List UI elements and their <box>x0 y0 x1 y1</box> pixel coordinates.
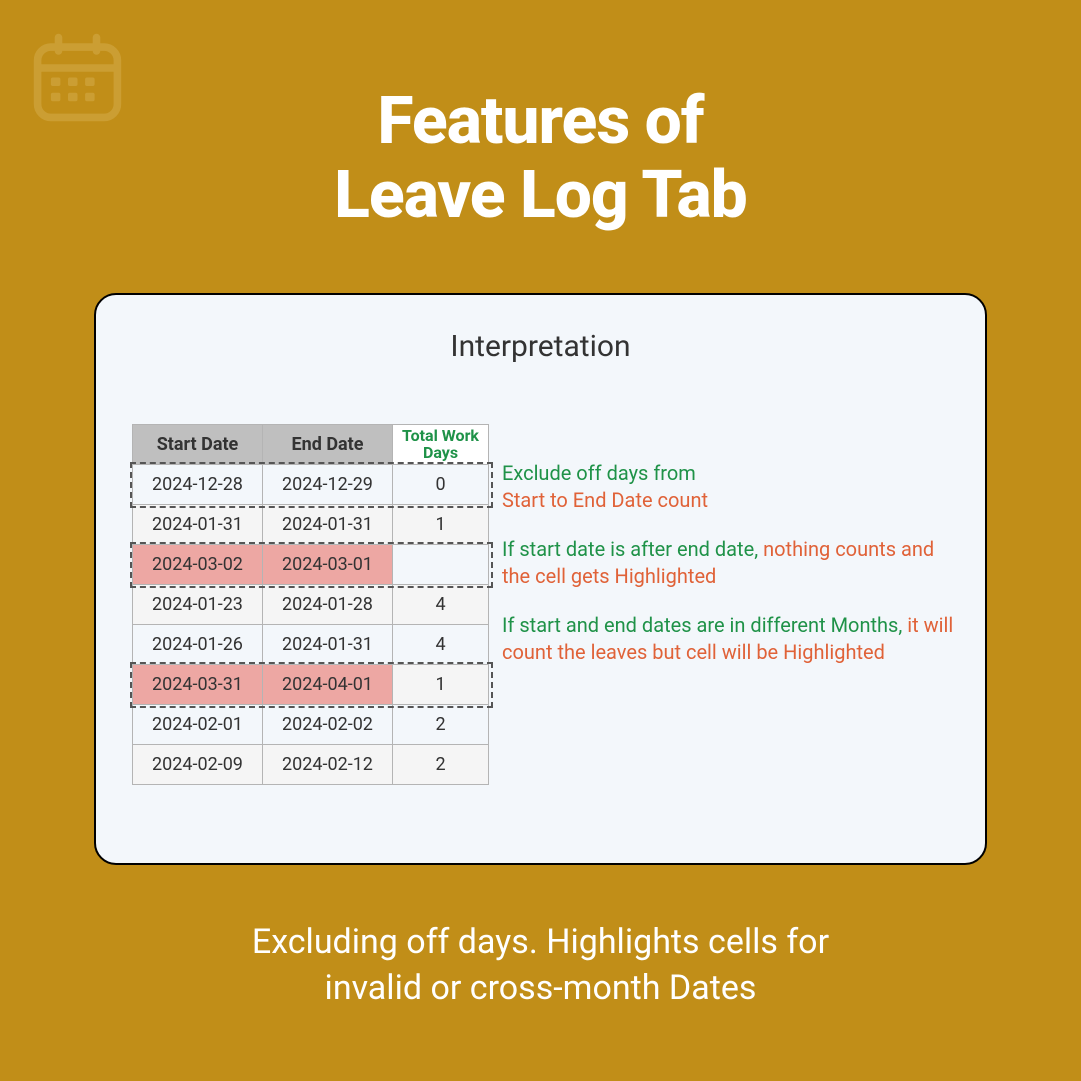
panel-title: Interpretation <box>126 329 955 364</box>
table-row: 2024-01-262024-01-314 <box>133 625 490 665</box>
cell-start: 2024-01-26 <box>133 625 263 665</box>
th-end: End Date <box>263 425 393 465</box>
note1-a: Exclude off days from <box>502 461 696 485</box>
note-cross-month: If start and end dates are in different … <box>502 612 955 666</box>
footer-l2: invalid or cross-month Dates <box>325 968 757 1008</box>
page-title: Features of Leave Log Tab <box>0 85 1081 233</box>
cell-end: 2024-03-01 <box>263 545 393 585</box>
cell-twd <box>393 545 489 585</box>
cell-start: 2024-12-28 <box>133 465 263 505</box>
table-row: 2024-01-232024-01-284 <box>133 585 490 625</box>
cell-twd: 1 <box>393 505 489 545</box>
notes-column: Exclude off days from Start to End Date … <box>502 424 955 688</box>
cell-twd: 4 <box>393 625 489 665</box>
cell-end: 2024-04-01 <box>263 665 393 705</box>
note-exclude-off-days: Exclude off days from Start to End Date … <box>502 460 955 514</box>
table-row: 2024-03-022024-03-01 <box>133 545 490 585</box>
cell-end: 2024-12-29 <box>263 465 393 505</box>
th-twd-l2: Days <box>423 443 458 462</box>
table-row: 2024-02-012024-02-022 <box>133 705 490 745</box>
cell-twd: 1 <box>393 665 489 705</box>
title-line2: Leave Log Tab <box>334 157 747 234</box>
leave-table: Start Date End Date Total Work Days 2024… <box>132 424 490 785</box>
title-line1: Features of <box>377 83 703 160</box>
note1-b: Start to End Date count <box>502 488 708 512</box>
footer-l1: Excluding off days. Highlights cells for <box>252 922 829 962</box>
cell-start: 2024-02-01 <box>133 705 263 745</box>
th-start: Start Date <box>133 425 263 465</box>
cell-start: 2024-03-02 <box>133 545 263 585</box>
cell-start: 2024-02-09 <box>133 745 263 785</box>
note3-a: If start and end dates are in different … <box>502 613 907 637</box>
cell-end: 2024-01-31 <box>263 625 393 665</box>
cell-end: 2024-01-31 <box>263 505 393 545</box>
cell-start: 2024-03-31 <box>133 665 263 705</box>
interpretation-panel: Interpretation Start Date End Date Total… <box>94 293 987 865</box>
note2-a: If start date is after end date, <box>502 537 763 561</box>
table-row: 2024-01-312024-01-311 <box>133 505 490 545</box>
table-row: 2024-03-312024-04-011 <box>133 665 490 705</box>
cell-twd: 2 <box>393 705 489 745</box>
cell-start: 2024-01-23 <box>133 585 263 625</box>
table-row: 2024-12-282024-12-290 <box>133 465 490 505</box>
cell-twd: 4 <box>393 585 489 625</box>
note-invalid-range: If start date is after end date, nothing… <box>502 536 955 590</box>
cell-end: 2024-01-28 <box>263 585 393 625</box>
table-header-row: Start Date End Date Total Work Days <box>133 425 490 465</box>
th-twd: Total Work Days <box>393 425 489 465</box>
table-row: 2024-02-092024-02-122 <box>133 745 490 785</box>
cell-end: 2024-02-12 <box>263 745 393 785</box>
cell-end: 2024-02-02 <box>263 705 393 745</box>
footer-caption: Excluding off days. Highlights cells for… <box>0 920 1081 1012</box>
cell-twd: 0 <box>393 465 489 505</box>
cell-twd: 2 <box>393 745 489 785</box>
cell-start: 2024-01-31 <box>133 505 263 545</box>
